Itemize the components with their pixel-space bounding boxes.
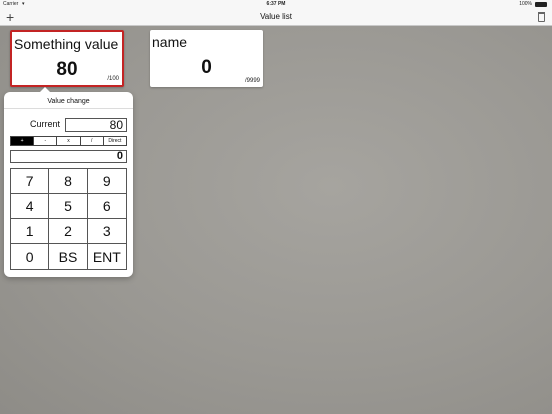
key-9[interactable]: 9: [87, 169, 126, 194]
entry-display: 0: [10, 150, 127, 163]
status-time: 6:37 PM: [266, 1, 286, 7]
card-value: 80: [56, 59, 78, 80]
popover-divider: [4, 108, 133, 109]
op-multiply[interactable]: x: [57, 137, 81, 145]
key-enter[interactable]: ENT: [87, 244, 126, 269]
op-plus[interactable]: +: [11, 137, 35, 145]
key-4[interactable]: 4: [11, 194, 50, 219]
popover-arrow: [39, 87, 51, 93]
navigation-bar: + Value list: [0, 9, 552, 26]
key-5[interactable]: 5: [49, 194, 88, 219]
op-minus[interactable]: -: [34, 137, 58, 145]
card-value: 0: [201, 57, 212, 78]
current-label: Current: [30, 119, 61, 129]
card-name: Something value: [14, 36, 119, 52]
key-6[interactable]: 6: [87, 194, 126, 219]
card-name: name: [152, 34, 188, 50]
operation-selector[interactable]: + - x / Direct: [10, 136, 127, 146]
status-bar: Carrier ▾ 6:37 PM 100%: [0, 0, 552, 9]
key-1[interactable]: 1: [11, 219, 50, 244]
battery-percent: 100%: [519, 1, 532, 7]
op-divide[interactable]: /: [80, 137, 104, 145]
key-2[interactable]: 2: [49, 219, 88, 244]
key-3[interactable]: 3: [87, 219, 126, 244]
value-card-something[interactable]: Something value 80 /100: [10, 30, 124, 87]
op-direct[interactable]: Direct: [103, 137, 127, 145]
key-backspace[interactable]: BS: [49, 244, 88, 269]
value-change-popover: Value change Current 80 + - x / Direct 0…: [4, 87, 133, 277]
card-max: /100: [107, 76, 119, 82]
page-title: Value list: [260, 12, 292, 21]
card-max: /9999: [244, 78, 260, 84]
key-7[interactable]: 7: [11, 169, 50, 194]
trash-icon[interactable]: [538, 12, 545, 22]
current-value-field: 80: [65, 118, 127, 132]
keypad: 7 8 9 4 5 6 1 2 3 0 BS ENT: [10, 168, 127, 270]
value-card-name[interactable]: name 0 /9999: [150, 30, 263, 87]
popover-title: Value change: [47, 98, 90, 105]
battery-icon: [535, 2, 547, 7]
key-0[interactable]: 0: [11, 244, 50, 269]
key-8[interactable]: 8: [49, 169, 88, 194]
